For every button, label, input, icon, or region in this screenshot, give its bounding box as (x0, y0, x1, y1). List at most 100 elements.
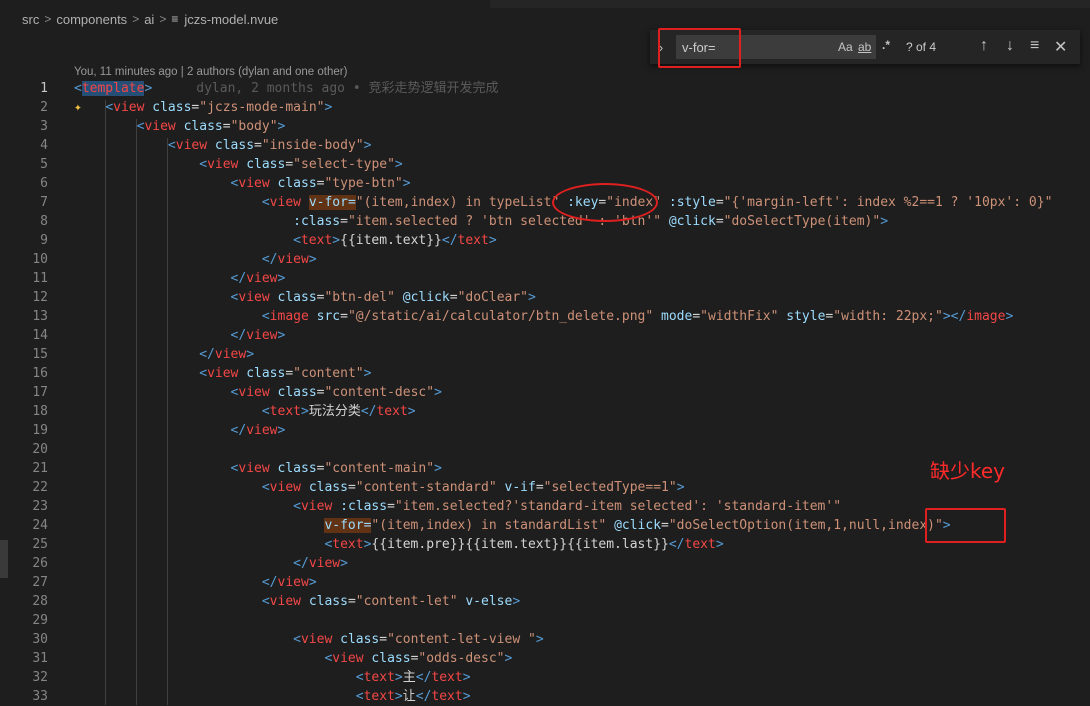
title-strip (490, 0, 1090, 8)
line-number: 10 (32, 252, 48, 267)
code-line[interactable]: 33 <text>让</text> (0, 687, 1090, 706)
code-line[interactable]: 9 <text>{{item.text}}</text> (0, 231, 1090, 250)
line-number: 23 (32, 499, 48, 514)
code-text[interactable]: </view> (74, 573, 317, 592)
code-line[interactable]: 22 <view class="content-standard" v-if="… (0, 478, 1090, 497)
line-number: 3 (40, 119, 48, 134)
code-text[interactable]: v-for="(item,index) in standardList" @cl… (74, 516, 951, 535)
line-number: 19 (32, 423, 48, 438)
breadcrumb-item-file[interactable]: jczs-model.nvue (184, 12, 278, 27)
code-text[interactable]: <text>{{item.text}}</text> (74, 231, 497, 250)
line-number: 14 (32, 328, 48, 343)
code-text[interactable]: </view> (74, 326, 286, 345)
line-number: 6 (40, 176, 48, 191)
code-line[interactable]: 2 <view class="jczs-mode-main"> (0, 98, 1090, 117)
match-whole-word-icon[interactable]: ab (858, 40, 871, 54)
code-text[interactable]: <view class="jczs-mode-main"> (74, 98, 332, 117)
chevron-right-icon: > (132, 12, 140, 26)
code-line[interactable]: 1 <template> dylan, 2 months ago • 竞彩走势逻辑开… (0, 79, 1090, 98)
code-text[interactable]: <view class="type-btn"> (74, 174, 411, 193)
code-text[interactable]: <view class="body"> (74, 117, 286, 136)
code-text[interactable]: </view> (74, 250, 317, 269)
arrow-down-icon[interactable]: ↓ (1006, 37, 1014, 55)
code-line[interactable]: 21 <view class="content-main"> (0, 459, 1090, 478)
line-number: 12 (32, 290, 48, 305)
line-number: 4 (40, 138, 48, 153)
find-result-count: ? of 4 (906, 40, 937, 54)
code-line[interactable]: 32 <text>主</text> (0, 668, 1090, 687)
code-line[interactable]: 26 </view> (0, 554, 1090, 573)
code-line[interactable]: 5 <view class="select-type"> (0, 155, 1090, 174)
code-line[interactable]: 4 <view class="inside-body"> (0, 136, 1090, 155)
code-line[interactable]: 8 :class="item.selected ? 'btn selected'… (0, 212, 1090, 231)
code-text[interactable]: <view class="content-standard" v-if="sel… (74, 478, 685, 497)
regex-icon[interactable]: .* (882, 38, 890, 52)
code-text[interactable]: <text>{{item.pre}}{{item.text}}{{item.la… (74, 535, 723, 554)
code-line[interactable]: 3 <view class="body"> (0, 117, 1090, 136)
annotation-box-missing-key (925, 508, 1006, 543)
code-text[interactable]: <view class="content"> (74, 364, 371, 383)
sparkle-icon[interactable]: ✦ (74, 100, 82, 115)
code-text[interactable]: <text>让</text> (74, 687, 471, 706)
code-line[interactable]: 28 <view class="content-let" v-else> (0, 592, 1090, 611)
breadcrumb-item-ai[interactable]: ai (144, 12, 154, 27)
code-text[interactable]: <view class="content-main"> (74, 459, 442, 478)
code-line[interactable]: 6 <view class="type-btn"> (0, 174, 1090, 193)
code-line[interactable]: 31 <view class="odds-desc"> (0, 649, 1090, 668)
chevron-right-icon: > (44, 12, 52, 26)
line-number: 8 (40, 214, 48, 229)
close-icon[interactable]: ✕ (1054, 37, 1067, 57)
annotation-box-search (658, 28, 741, 68)
line-number: 7 (40, 195, 48, 210)
code-line[interactable]: 29 (0, 611, 1090, 630)
code-line[interactable]: 27 </view> (0, 573, 1090, 592)
code-line[interactable]: 15 </view> (0, 345, 1090, 364)
code-text[interactable]: <text>主</text> (74, 668, 471, 687)
code-text[interactable]: </view> (74, 554, 348, 573)
code-line[interactable]: 19 </view> (0, 421, 1090, 440)
code-line[interactable]: 17 <view class="content-desc"> (0, 383, 1090, 402)
code-text[interactable]: <view class="content-let-view "> (74, 630, 543, 649)
chevron-right-icon: > (159, 12, 167, 26)
code-line[interactable]: 12 <view class="btn-del" @click="doClear… (0, 288, 1090, 307)
code-text[interactable]: </view> (74, 421, 286, 440)
line-number: 9 (40, 233, 48, 248)
annotation-ellipse-key (552, 183, 658, 222)
arrow-up-icon[interactable]: ↑ (980, 37, 988, 55)
line-number: 5 (40, 157, 48, 172)
code-text[interactable]: <view :class="item.selected?'standard-it… (74, 497, 841, 516)
breadcrumb-item-components[interactable]: components (56, 12, 127, 27)
code-text[interactable]: <view class="odds-desc"> (74, 649, 512, 668)
code-line[interactable]: 7 <view v-for="(item,index) in typeList"… (0, 193, 1090, 212)
code-text[interactable]: <view class="btn-del" @click="doClear"> (74, 288, 536, 307)
code-line[interactable]: 11 </view> (0, 269, 1090, 288)
code-text[interactable]: <view class="content-desc"> (74, 383, 442, 402)
code-text[interactable]: :class="item.selected ? 'btn selected' :… (74, 212, 888, 231)
code-line[interactable]: 10 </view> (0, 250, 1090, 269)
code-text[interactable]: <text>玩法分类</text> (74, 402, 416, 421)
find-in-selection-icon[interactable]: ≡ (1030, 37, 1039, 55)
codelens-blame[interactable]: You, 11 minutes ago | 2 authors (dylan a… (74, 66, 347, 78)
code-text[interactable]: </view> (74, 345, 254, 364)
code-text[interactable]: <template> dylan, 2 months ago • 竞彩走势逻辑开发… (74, 79, 498, 98)
line-number: 28 (32, 594, 48, 609)
line-number: 2 (40, 100, 48, 115)
code-line[interactable]: 14 </view> (0, 326, 1090, 345)
code-editor[interactable]: 1 <template> dylan, 2 months ago • 竞彩走势逻辑开… (0, 79, 1090, 706)
code-line[interactable]: 16 <view class="content"> (0, 364, 1090, 383)
code-text[interactable]: <view class="select-type"> (74, 155, 403, 174)
code-text[interactable]: <view class="inside-body"> (74, 136, 372, 155)
line-number: 30 (32, 632, 48, 647)
code-line[interactable]: 30 <view class="content-let-view "> (0, 630, 1090, 649)
code-text[interactable]: <image src="@/static/ai/calculator/btn_d… (74, 307, 1013, 326)
code-text[interactable]: </view> (74, 269, 286, 288)
code-text[interactable]: <view class="content-let" v-else> (74, 592, 520, 611)
line-number: 15 (32, 347, 48, 362)
code-line[interactable]: 18 <text>玩法分类</text> (0, 402, 1090, 421)
match-case-icon[interactable]: Aa (838, 40, 853, 54)
line-number: 20 (32, 442, 48, 457)
line-number: 27 (32, 575, 48, 590)
code-line[interactable]: 13 <image src="@/static/ai/calculator/bt… (0, 307, 1090, 326)
breadcrumb-item-src[interactable]: src (22, 12, 39, 27)
code-line[interactable]: 20 (0, 440, 1090, 459)
